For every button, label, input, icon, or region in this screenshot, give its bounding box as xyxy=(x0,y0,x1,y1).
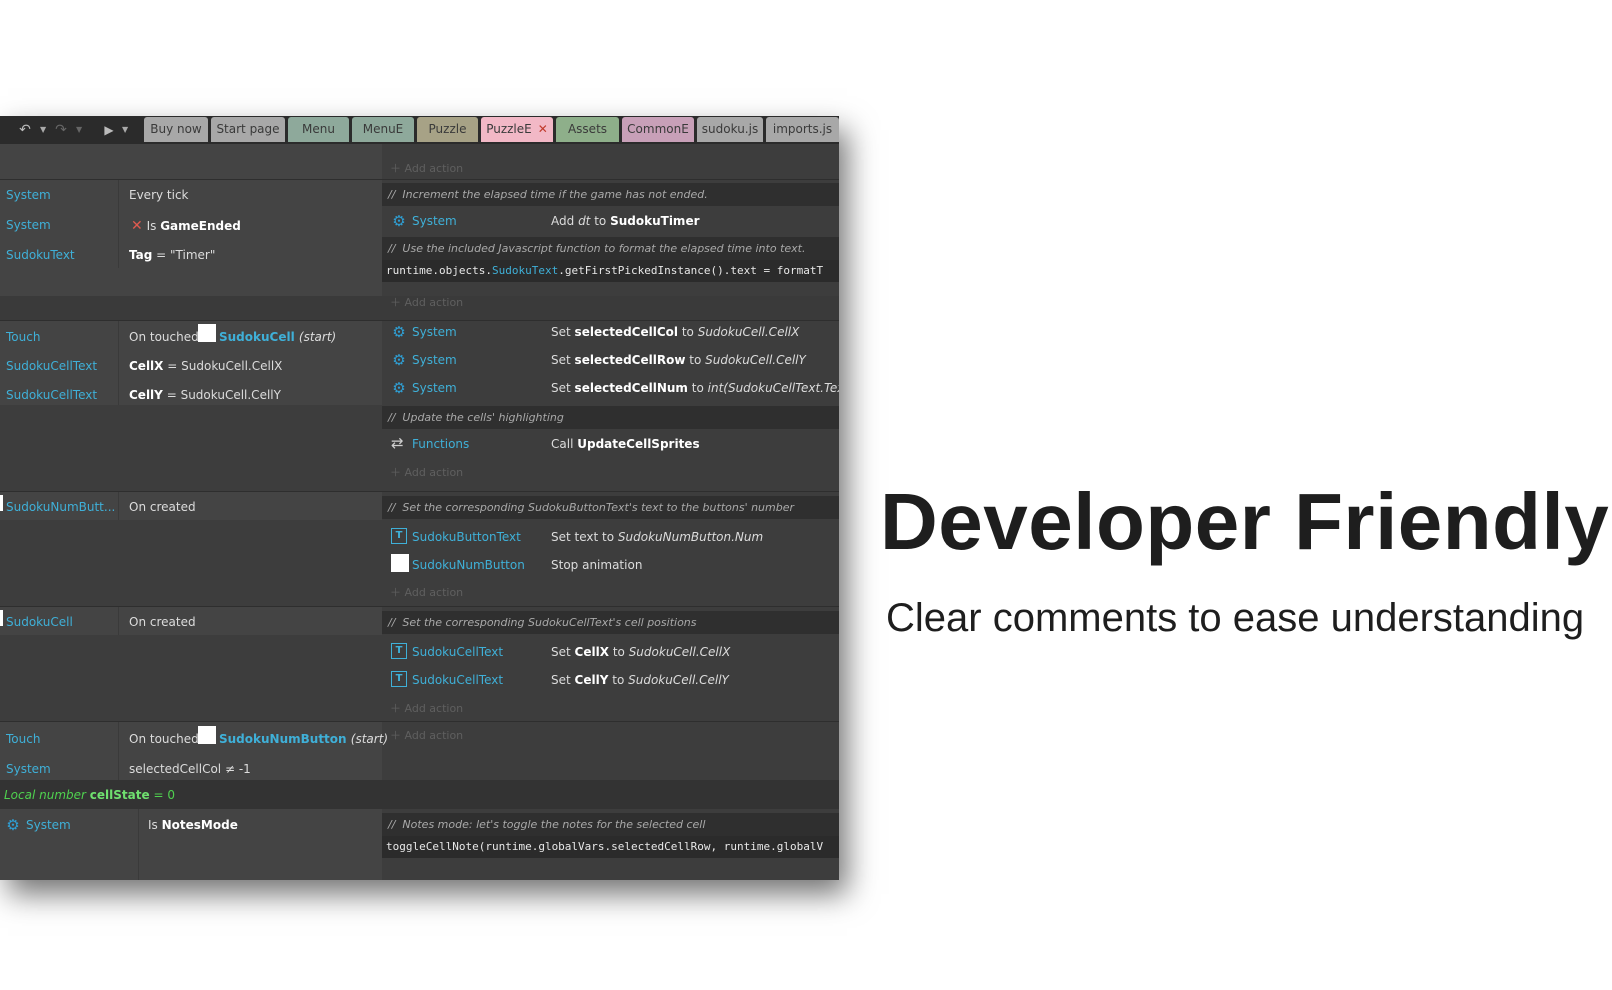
comment-row[interactable]: // Increment the elapsed time if the gam… xyxy=(382,183,839,206)
comment-row[interactable]: // Set the corresponding SudokuButtonTex… xyxy=(382,496,839,519)
script-code-block[interactable]: runtime.objects.SudokuText.getFirstPicke… xyxy=(382,260,839,282)
condition-text[interactable]: selectedCellCol ≠ -1 xyxy=(129,762,251,776)
condition-object-bold[interactable]: SudokuNumButton (start) xyxy=(219,732,388,746)
condition-object[interactable]: SudokuCell xyxy=(6,615,73,629)
action-object[interactable]: SudokuButtonText xyxy=(412,530,521,544)
add-action-link[interactable]: ＋ Add action xyxy=(390,294,463,310)
condition-text[interactable]: ✕ Is GameEnded xyxy=(131,218,241,234)
sprite-thumbnail-icon xyxy=(0,610,3,626)
headline: Developer Friendly xyxy=(880,477,1610,566)
toolbar: ↶ ▼ ↷ ▼ ▶ ▼ Buy now Start page Menu Menu… xyxy=(0,116,839,144)
tab-commone[interactable]: CommonE xyxy=(622,117,694,142)
redo-dropdown-icon[interactable]: ▼ xyxy=(76,125,82,134)
action-object[interactable]: SudokuCellText xyxy=(412,673,503,687)
condition-text[interactable]: Tag = "Timer" xyxy=(129,248,215,262)
action-object[interactable]: System xyxy=(412,214,457,228)
action-object[interactable]: SudokuNumButton xyxy=(412,558,525,572)
action-object[interactable]: SudokuCellText xyxy=(412,645,503,659)
condition-object[interactable]: SudokuCellText xyxy=(6,359,97,373)
tab-assets[interactable]: Assets xyxy=(556,117,619,142)
action-text[interactable]: Stop animation xyxy=(551,558,642,572)
text-object-icon: T xyxy=(391,671,407,687)
gear-icon: ⚙ xyxy=(6,816,20,834)
tab-puzzlee[interactable]: PuzzleE ✕ xyxy=(481,117,553,142)
action-text[interactable]: Set selectedCellRow to SudokuCell.CellY xyxy=(551,353,806,367)
action-object[interactable]: System xyxy=(412,325,457,339)
tab-start-page[interactable]: Start page xyxy=(211,117,285,142)
local-variable-text[interactable]: Local number cellState = 0 xyxy=(4,788,175,802)
condition-text[interactable]: On created xyxy=(129,615,196,629)
action-text[interactable]: Set CellY to SudokuCell.CellY xyxy=(551,673,729,687)
condition-object[interactable]: SudokuNumButt... xyxy=(6,500,115,514)
tab-puzzle[interactable]: Puzzle xyxy=(417,117,478,142)
close-tab-icon[interactable]: ✕ xyxy=(538,122,548,136)
condition-object[interactable]: System xyxy=(6,218,51,232)
add-action-link[interactable]: ＋ Add action xyxy=(390,464,463,480)
condition-object[interactable]: Touch xyxy=(6,732,40,746)
tab-imports-js[interactable]: imports.js xyxy=(766,117,839,142)
text-object-icon: T xyxy=(391,643,407,659)
sprite-thumbnail-icon xyxy=(198,324,216,342)
redo-icon[interactable]: ↷ xyxy=(52,121,70,139)
condition-text[interactable]: On created xyxy=(129,500,196,514)
condition-object[interactable]: System xyxy=(26,818,71,832)
tab-buy-now[interactable]: Buy now xyxy=(144,117,208,142)
play-dropdown-icon[interactable]: ▼ xyxy=(122,125,128,134)
condition-text[interactable]: Is NotesMode xyxy=(148,818,238,832)
sprite-thumbnail-icon xyxy=(0,495,3,511)
action-text[interactable]: Set text to SudokuNumButton.Num xyxy=(551,530,763,544)
subheadline: Clear comments to ease understanding xyxy=(886,596,1585,640)
comment-row[interactable]: // Use the included Javascript function … xyxy=(382,237,839,260)
play-icon[interactable]: ▶ xyxy=(100,121,118,139)
gear-icon: ⚙ xyxy=(392,323,406,341)
condition-object-bold[interactable]: SudokuCell (start) xyxy=(219,330,336,344)
tab-sudoku-js[interactable]: sudoku.js xyxy=(697,117,763,142)
event-sheet-screenshot: ↶ ▼ ↷ ▼ ▶ ▼ Buy now Start page Menu Menu… xyxy=(0,116,839,880)
condition-object[interactable]: Touch xyxy=(6,330,40,344)
add-action-link[interactable]: ＋ Add action xyxy=(390,160,463,176)
text-object-icon: T xyxy=(391,528,407,544)
sprite-thumbnail-icon xyxy=(198,726,216,744)
action-text[interactable]: Set CellX to SudokuCell.CellX xyxy=(551,645,730,659)
condition-text[interactable]: CellX = SudokuCell.CellX xyxy=(129,359,282,373)
undo-icon[interactable]: ↶ xyxy=(16,121,34,139)
undo-dropdown-icon[interactable]: ▼ xyxy=(40,125,46,134)
comment-row[interactable]: // Notes mode: let's toggle the notes fo… xyxy=(382,813,839,836)
add-action-link[interactable]: ＋ Add action xyxy=(390,700,463,716)
condition-object[interactable]: System xyxy=(6,188,51,202)
invert-x-icon: ✕ xyxy=(131,218,143,234)
sprite-thumbnail-icon xyxy=(391,554,409,572)
condition-object[interactable]: System xyxy=(6,762,51,776)
add-action-link[interactable]: ＋ Add action xyxy=(390,727,463,743)
gear-icon: ⚙ xyxy=(392,212,406,230)
add-action-link[interactable]: ＋ Add action xyxy=(390,584,463,600)
script-code-block[interactable]: toggleCellNote(runtime.globalVars.select… xyxy=(382,836,839,858)
tab-menu[interactable]: Menu xyxy=(288,117,349,142)
action-text[interactable]: Set selectedCellNum to int(SudokuCellTex… xyxy=(551,381,839,395)
action-object[interactable]: System xyxy=(412,381,457,395)
condition-text[interactable]: CellY = SudokuCell.CellY xyxy=(129,388,281,402)
condition-text[interactable]: On touched xyxy=(129,732,199,746)
comment-row[interactable]: // Update the cells' highlighting xyxy=(382,406,839,429)
action-text[interactable]: Add dt to SudokuTimer xyxy=(551,214,700,228)
gear-icon: ⚙ xyxy=(392,351,406,369)
action-text[interactable]: Set selectedCellCol to SudokuCell.CellX xyxy=(551,325,799,339)
condition-text[interactable]: Every tick xyxy=(129,188,189,202)
action-object[interactable]: Functions xyxy=(412,437,469,451)
comment-row[interactable]: // Set the corresponding SudokuCellText'… xyxy=(382,611,839,634)
tab-menue[interactable]: MenuE xyxy=(352,117,414,142)
action-object[interactable]: System xyxy=(412,353,457,367)
condition-text[interactable]: On touched xyxy=(129,330,199,344)
condition-object[interactable]: SudokuCellText xyxy=(6,388,97,402)
gear-icon: ⚙ xyxy=(392,379,406,397)
function-loop-icon: ⇄ xyxy=(391,434,404,452)
action-text[interactable]: Call UpdateCellSprites xyxy=(551,437,700,451)
condition-object[interactable]: SudokuText xyxy=(6,248,75,262)
